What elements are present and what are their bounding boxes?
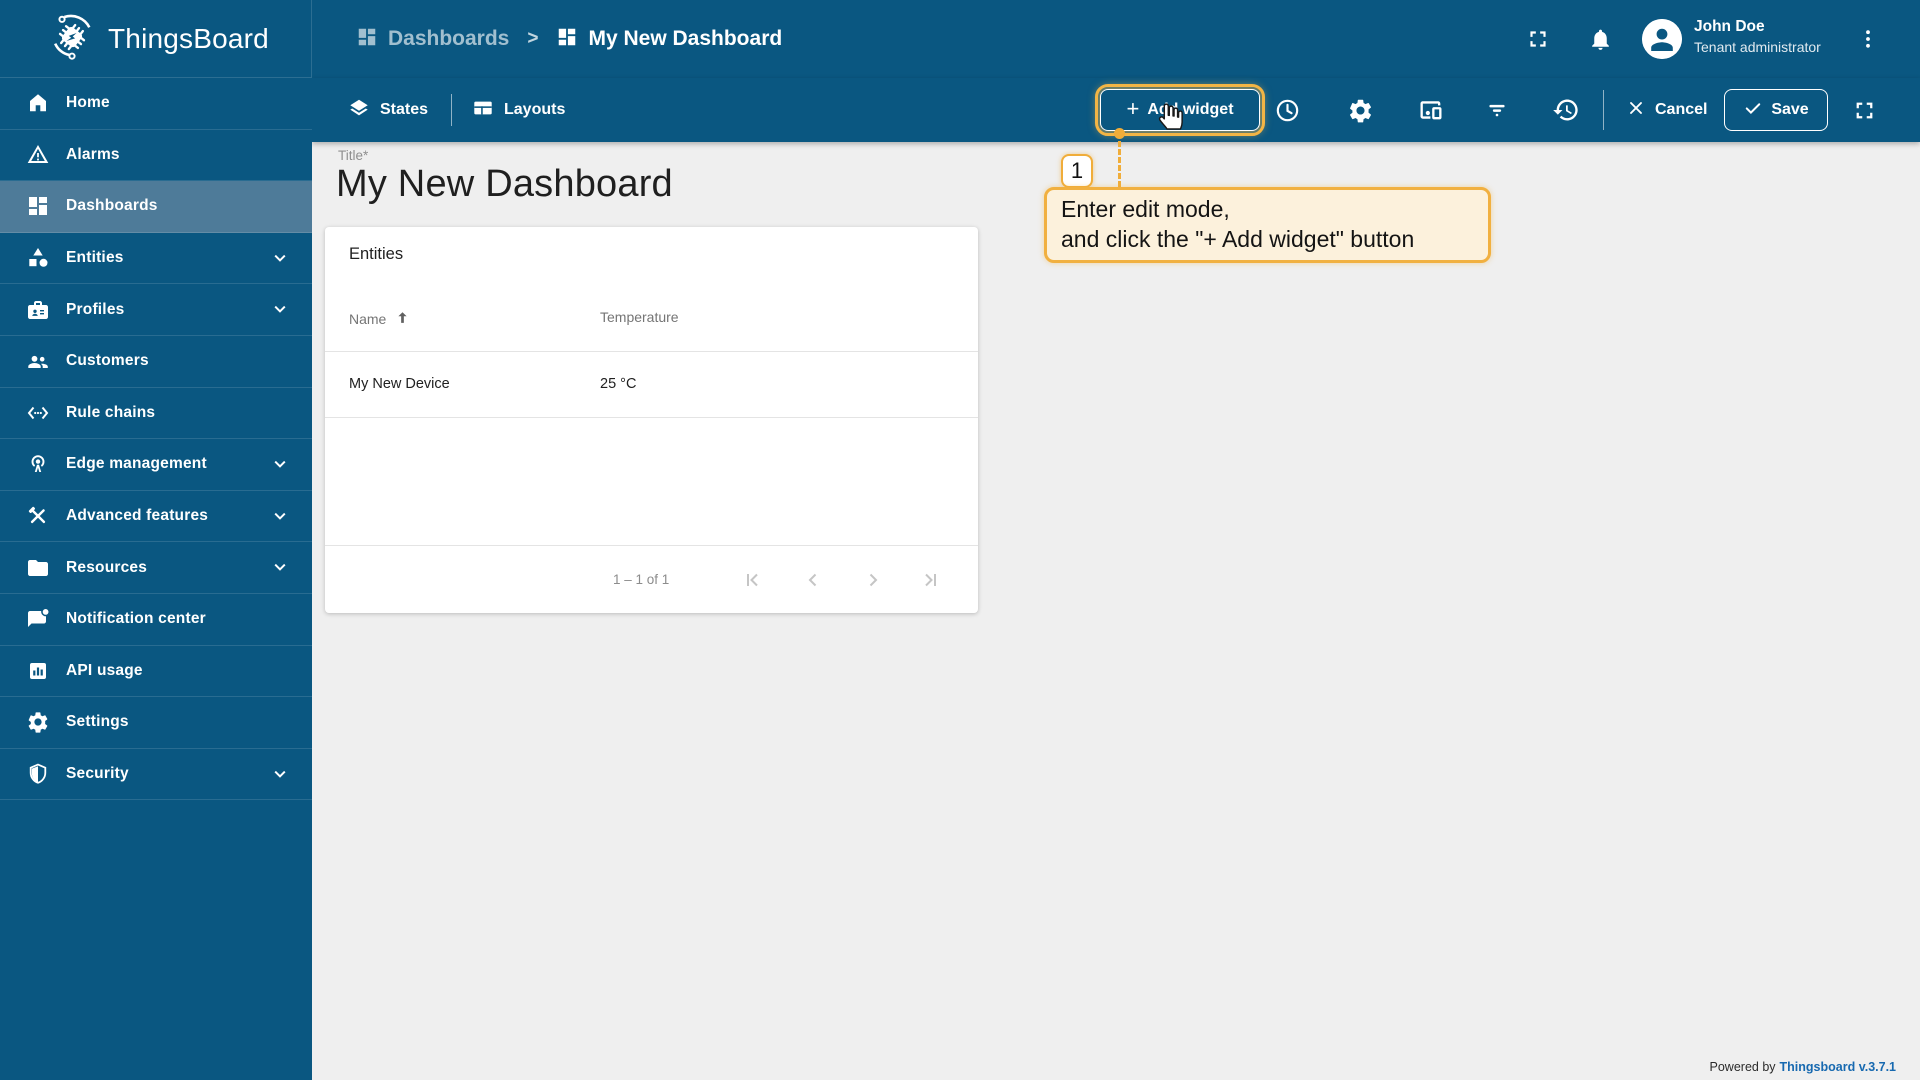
pagination-bar: 1 – 1 of 1 [325, 545, 978, 613]
breadcrumb: Dashboards > My New Dashboard [356, 0, 782, 78]
plus-icon: + [1126, 96, 1140, 121]
tools-icon [26, 504, 50, 528]
footer: Powered by Thingsboard v.3.7.1 [1710, 1060, 1896, 1074]
sidebar-item-customers[interactable]: Customers [0, 336, 312, 388]
sidebar-item-home[interactable]: Home [0, 78, 312, 130]
annotation-step-badge: 1 [1061, 154, 1093, 188]
entities-widget-card: Entities Name Temperature My New Device … [325, 227, 978, 613]
toolbar-divider [451, 94, 452, 126]
previous-page-icon[interactable] [801, 568, 825, 592]
chevron-down-icon [268, 247, 292, 271]
thingsboard-logo-icon [46, 10, 98, 67]
sidebar-item-advanced-features[interactable]: Advanced features [0, 491, 312, 543]
sidebar-nav: Home Alarms Dashboards Entities Profiles… [0, 78, 312, 801]
layouts-button[interactable]: Layouts [472, 78, 565, 142]
logo-text: ThingsBoard [108, 22, 269, 54]
dashboards-grid-icon [556, 26, 578, 53]
chevron-down-icon [268, 505, 292, 529]
table-row-name-cell[interactable]: My New Device [349, 376, 450, 392]
sort-ascending-arrow-icon [394, 309, 411, 329]
title-field-label: Title* [338, 148, 369, 163]
user-name: John Doe [1694, 18, 1765, 35]
annotation-tooltip: Enter edit mode, and click the "+ Add wi… [1044, 187, 1491, 263]
warning-triangle-icon [26, 143, 50, 167]
sidebar-item-security[interactable]: Security [0, 749, 312, 801]
chevron-down-icon [268, 763, 292, 787]
table-row-temperature-cell: 25 °C [600, 376, 637, 392]
version-history-icon[interactable] [1546, 90, 1586, 130]
filters-icon[interactable] [1477, 90, 1517, 130]
user-info[interactable]: John Doe Tenant administrator [1694, 18, 1821, 55]
next-page-icon[interactable] [861, 568, 885, 592]
shield-icon [26, 762, 50, 786]
code-brackets-icon [26, 401, 50, 425]
sidebar: ThingsBoard Home Alarms Dashboards Entit… [0, 0, 312, 1080]
column-header-name[interactable]: Name [349, 309, 411, 329]
people-icon [26, 349, 50, 373]
first-page-icon[interactable] [740, 568, 764, 592]
sidebar-item-notification-center[interactable]: Notification center [0, 594, 312, 646]
chevron-down-icon [268, 453, 292, 477]
sidebar-item-api-usage[interactable]: API usage [0, 646, 312, 698]
folder-icon [26, 556, 50, 580]
widget-title: Entities [349, 245, 404, 263]
more-vert-icon[interactable] [1848, 19, 1888, 59]
dashboards-grid-icon [26, 194, 50, 218]
cancel-button[interactable]: Cancel [1620, 89, 1713, 131]
save-button[interactable]: Save [1724, 89, 1828, 131]
last-page-icon[interactable] [919, 568, 943, 592]
avatar[interactable] [1642, 19, 1682, 59]
dashboards-grid-icon [356, 26, 378, 53]
dashboard-title-input[interactable]: My New Dashboard [336, 163, 673, 206]
chevron-down-icon [268, 298, 292, 322]
badge-icon [26, 298, 50, 322]
sidebar-item-edge-management[interactable]: Edge management [0, 439, 312, 491]
gear-icon [26, 710, 50, 734]
dashboard-settings-gear-icon[interactable] [1340, 90, 1380, 130]
fullscreen-icon[interactable] [1518, 19, 1558, 59]
fullscreen-icon[interactable] [1844, 90, 1884, 130]
home-icon [26, 91, 50, 115]
bar-chart-icon [26, 659, 50, 683]
tooltip-line-1: Enter edit mode, [1061, 196, 1230, 222]
tooltip-line-2: and click the "+ Add widget" button [1061, 226, 1415, 252]
chevron-down-icon [268, 556, 292, 580]
logo[interactable]: ThingsBoard [0, 0, 312, 78]
sidebar-item-resources[interactable]: Resources [0, 542, 312, 594]
pagination-range: 1 – 1 of 1 [613, 572, 670, 587]
dashboard-content: Title* My New Dashboard Entities Name Te… [312, 142, 1920, 1080]
column-header-temperature[interactable]: Temperature [600, 309, 679, 325]
user-role: Tenant administrator [1694, 39, 1821, 55]
notifications-bell-icon[interactable] [1580, 19, 1620, 59]
app-header: Dashboards > My New Dashboard John Doe T… [312, 0, 1920, 78]
table-divider [325, 417, 978, 418]
thingsboard-version-link[interactable]: Thingsboard v.3.7.1 [1780, 1060, 1896, 1074]
entity-aliases-devices-icon[interactable] [1411, 90, 1451, 130]
toolbar-divider [1603, 90, 1604, 130]
close-x-icon [1626, 98, 1646, 123]
sidebar-item-profiles[interactable]: Profiles [0, 284, 312, 336]
layout-icon [472, 97, 494, 124]
states-button[interactable]: States [348, 78, 428, 142]
breadcrumb-dashboards[interactable]: Dashboards [356, 26, 509, 53]
check-icon [1743, 98, 1763, 123]
breadcrumb-separator: > [527, 28, 539, 49]
sidebar-item-entities[interactable]: Entities [0, 233, 312, 285]
sidebar-item-alarms[interactable]: Alarms [0, 130, 312, 182]
sidebar-item-rule-chains[interactable]: Rule chains [0, 388, 312, 440]
annotation-anchor-dot [1114, 128, 1125, 139]
mouse-hand-cursor [1156, 103, 1183, 139]
message-dot-icon [26, 607, 50, 631]
powered-by-text: Powered by [1709, 1060, 1776, 1074]
shapes-icon [26, 246, 50, 270]
antenna-icon [26, 452, 50, 476]
breadcrumb-current: My New Dashboard [556, 26, 782, 53]
sidebar-item-dashboards[interactable]: Dashboards [0, 181, 312, 233]
table-divider [325, 351, 978, 352]
layers-icon [348, 97, 370, 124]
sidebar-item-settings[interactable]: Settings [0, 697, 312, 749]
time-window-clock-icon[interactable] [1267, 90, 1307, 130]
annotation-dashed-connector [1118, 141, 1121, 187]
